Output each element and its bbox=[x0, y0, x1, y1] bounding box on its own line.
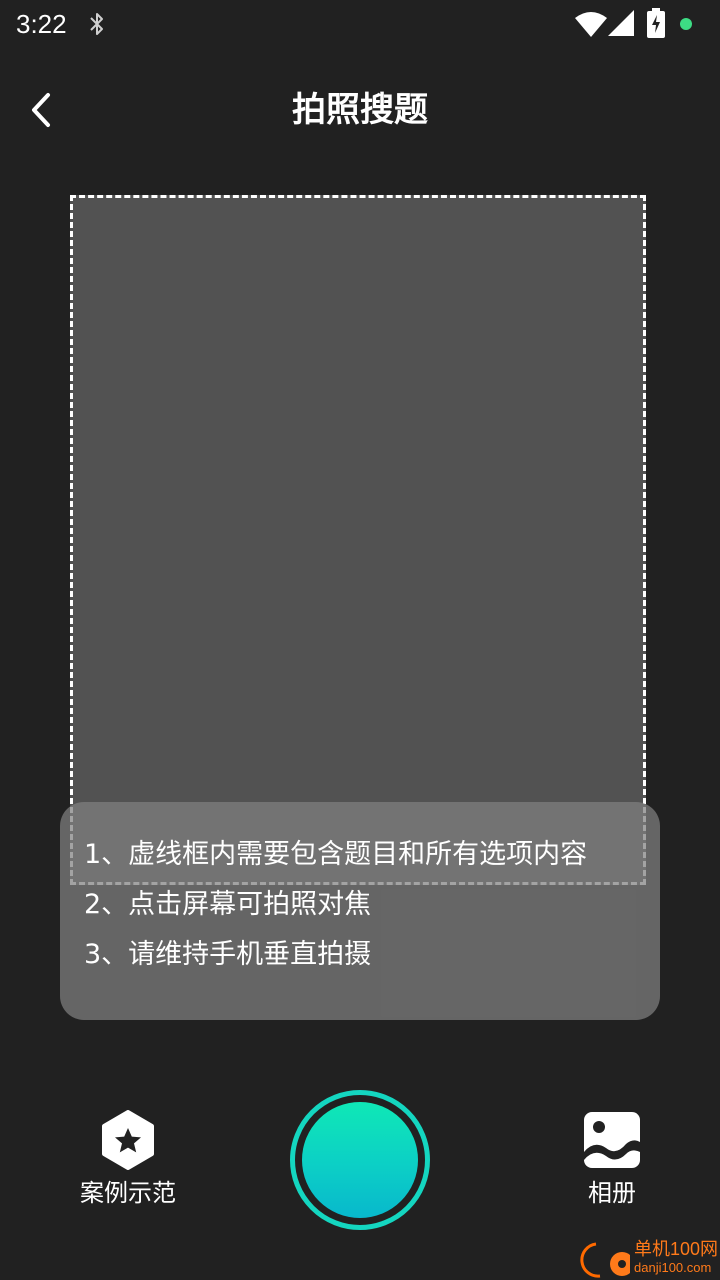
camera-scan-frame[interactable] bbox=[70, 195, 646, 885]
album-button[interactable]: 相册 bbox=[556, 1108, 668, 1212]
shutter-button[interactable] bbox=[290, 1090, 430, 1230]
tips-panel: 1、虚线框内需要包含题目和所有选项内容 2、点击屏幕可拍照对焦 3、请维持手机垂… bbox=[60, 802, 660, 1020]
example-button[interactable]: 案例示范 bbox=[72, 1108, 184, 1212]
watermark-url: danji100.com bbox=[634, 1260, 712, 1275]
notification-dot bbox=[680, 18, 692, 30]
watermark-name: 单机100网 bbox=[634, 1239, 719, 1259]
bluetooth-icon bbox=[90, 13, 103, 35]
album-label: 相册 bbox=[588, 1179, 636, 1207]
tip-item: 2、点击屏幕可拍照对焦 bbox=[84, 889, 372, 920]
danji-logo-icon bbox=[580, 1242, 630, 1278]
cell-signal-icon bbox=[608, 10, 634, 36]
status-bar: 3:22 bbox=[0, 0, 720, 48]
tip-item: 1、虚线框内需要包含题目和所有选项内容 bbox=[84, 839, 588, 870]
example-label: 案例示范 bbox=[80, 1179, 176, 1207]
battery-charging-icon bbox=[647, 8, 665, 38]
status-time: 3:22 bbox=[16, 9, 67, 39]
page-title: 拍照搜题 bbox=[292, 90, 428, 130]
star-badge-icon bbox=[102, 1110, 154, 1170]
wifi-icon bbox=[575, 12, 607, 37]
tip-item: 3、请维持手机垂直拍摄 bbox=[84, 939, 372, 970]
watermark: 单机100网 danji100.com bbox=[566, 1236, 720, 1280]
shutter-icon bbox=[302, 1102, 418, 1218]
photo-album-icon bbox=[584, 1112, 640, 1168]
